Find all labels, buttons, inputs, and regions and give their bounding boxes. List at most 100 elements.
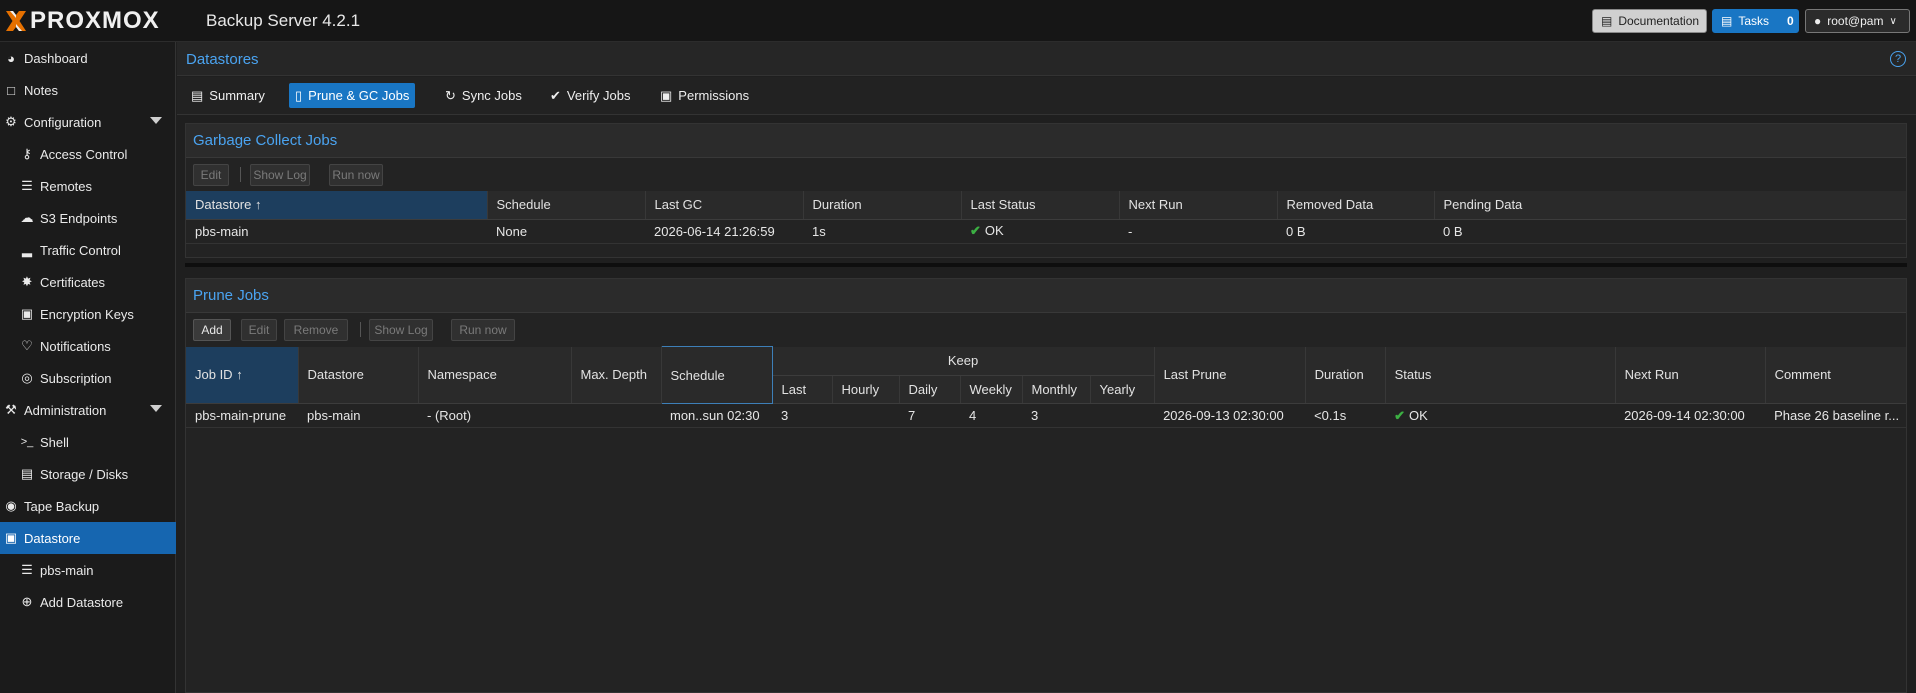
column-header-datastore[interactable]: Datastore ↑ [186,191,488,220]
chevron-down-icon[interactable] [150,405,162,412]
sidebar-item-pbs-main[interactable]: ☰ pbs-main [0,554,176,586]
sidebar-item-notes[interactable]: □ Notes [0,74,176,106]
sidebar-item-administration[interactable]: ⚒ Administration [0,394,176,426]
sidebar-item-configuration[interactable]: ⚙ Configuration [0,106,176,138]
sidebar-item-notifications[interactable]: ♡ Notifications [0,330,176,362]
sidebar-item-add-datastore[interactable]: ⊕ Add Datastore [0,586,176,618]
column-header-keep-daily[interactable]: Daily [899,375,961,404]
sidebar-item-subscription[interactable]: ◎ Subscription [0,362,176,394]
cell-keep-weekly: 4 [960,403,1022,428]
sidebar-item-label: Datastore [24,530,81,546]
column-header-duration[interactable]: Duration [1305,346,1386,404]
gc-jobs-panel: Garbage Collect Jobs Edit Show Log Run n… [185,123,1907,258]
prune-jobs-title: Prune Jobs [193,287,269,304]
sidebar-item-tape-backup[interactable]: ◉ Tape Backup [0,490,176,522]
book-icon: ▤ [1601,14,1613,28]
sidebar-item-label: Administration [24,402,107,418]
cell-keep-daily: 7 [899,403,960,428]
unlock-icon: ▣ [660,87,673,103]
column-header-namespace[interactable]: Namespace [418,346,572,404]
column-header-status[interactable]: Status [1385,346,1616,404]
column-header-datastore[interactable]: Datastore [298,346,419,404]
chevron-down-icon[interactable] [150,117,162,124]
column-header-keep-weekly[interactable]: Weekly [960,375,1023,404]
column-header-keep-monthly[interactable]: Monthly [1022,375,1091,404]
sidebar-item-traffic-control[interactable]: ▂ Traffic Control [0,234,176,266]
tasks-label: Tasks [1738,14,1770,28]
sidebar-item-access-control[interactable]: ⚷ Access Control [0,138,176,170]
column-header-schedule[interactable]: Schedule [660,346,773,404]
bell-icon: ♡ [21,338,33,353]
column-header-duration[interactable]: Duration [803,191,962,220]
sidebar-item-label: Configuration [24,114,102,130]
show-log-button[interactable]: Show Log [250,164,310,186]
proxmox-logo[interactable]: PROXMOX [4,7,160,35]
column-header-last-status[interactable]: Last Status [961,191,1120,220]
column-header-last-gc[interactable]: Last GC [645,191,804,220]
tab-label: Permissions [678,88,750,103]
run-now-button[interactable]: Run now [451,319,515,341]
sidebar-item-certificates[interactable]: ✸ Certificates [0,266,176,298]
sort-asc-icon: ↑ [236,367,243,383]
cell-removed-data: 0 B [1277,219,1434,244]
archive-icon: ▣ [4,530,18,545]
sidebar-item-datastore[interactable]: ▣ Datastore [0,522,176,554]
column-header-keep: Keep [772,346,1155,376]
remove-button[interactable]: Remove [284,319,348,341]
sidebar-item-remotes[interactable]: ☰ Remotes [0,170,176,202]
plus-circle-icon: ⊕ [21,594,33,609]
edit-button[interactable]: Edit [193,164,229,186]
tab-verify-jobs[interactable]: ✔ Verify Jobs [544,83,637,108]
sidebar-item-shell[interactable]: >_ Shell [0,426,176,458]
run-now-button[interactable]: Run now [329,164,383,186]
sidebar-item-s3-endpoints[interactable]: ☁ S3 Endpoints [0,202,176,234]
database-icon: ☰ [21,562,33,577]
column-header-comment[interactable]: Comment [1765,346,1907,404]
key-icon: ⚷ [22,146,32,161]
documentation-button[interactable]: ▤ Documentation [1592,9,1707,33]
tab-label: Prune & GC Jobs [308,88,410,103]
tab-bar: ▤ Summary ▯ Prune & GC Jobs ↻ Sync Jobs … [177,77,1916,115]
navigation-sidebar: ◕ Dashboard □ Notes ⚙ Configuration ⚷ Ac… [0,42,176,693]
column-header-keep-last[interactable]: Last [772,375,833,404]
column-header-max-depth[interactable]: Max. Depth [571,346,662,404]
column-header-job-id[interactable]: Job ID ↑ [186,346,299,404]
cogs-icon: ⚙ [5,114,17,129]
tab-prune-gc-jobs[interactable]: ▯ Prune & GC Jobs [289,83,416,108]
sidebar-item-encryption-keys[interactable]: ▣ Encryption Keys [0,298,176,330]
sidebar-item-storage-disks[interactable]: ▤ Storage / Disks [0,458,176,490]
sidebar-item-label: Traffic Control [40,242,121,258]
column-header-schedule[interactable]: Schedule [487,191,646,220]
table-row[interactable]: pbs-main None 2026-06-14 21:26:59 1s ✔ OK… [186,219,1906,244]
help-icon[interactable]: ? [1890,51,1906,67]
sidebar-item-label: Access Control [40,146,128,162]
cell-last-gc: 2026-06-14 21:26:59 [645,219,803,244]
support-icon: ◎ [21,370,33,385]
column-header-next-run[interactable]: Next Run [1615,346,1766,404]
column-header-keep-yearly[interactable]: Yearly [1090,375,1155,404]
sidebar-item-dashboard[interactable]: ◕ Dashboard [0,42,176,74]
tasks-button[interactable]: ▤ Tasks 0 [1712,9,1799,33]
user-menu-button[interactable]: ● root@pam ∨ [1805,9,1910,33]
show-log-button[interactable]: Show Log [369,319,433,341]
column-header-keep-hourly[interactable]: Hourly [832,375,900,404]
terminal-icon: >_ [20,436,34,448]
cell-next-run: - [1119,219,1277,244]
table-row[interactable]: pbs-main-prune pbs-main - (Root) mon..su… [186,403,1907,428]
gc-jobs-title: Garbage Collect Jobs [193,132,338,149]
column-header-removed-data[interactable]: Removed Data [1277,191,1435,220]
cell-duration: <0.1s [1305,403,1386,428]
tab-permissions[interactable]: ▣ Permissions [654,83,755,108]
tab-sync-jobs[interactable]: ↻ Sync Jobs [439,83,528,108]
panel-splitter[interactable] [185,263,1907,267]
check-circle-icon: ✔ [550,87,561,103]
user-label: root@pam [1827,14,1884,28]
toolbar-separator [240,167,241,182]
sidebar-item-label: S3 Endpoints [40,210,118,226]
column-header-last-prune[interactable]: Last Prune [1154,346,1306,404]
add-button[interactable]: Add [193,319,231,341]
column-header-pending-data[interactable]: Pending Data [1434,191,1906,220]
tab-summary[interactable]: ▤ Summary [185,83,271,108]
column-header-next-run[interactable]: Next Run [1119,191,1278,220]
edit-button[interactable]: Edit [241,319,277,341]
